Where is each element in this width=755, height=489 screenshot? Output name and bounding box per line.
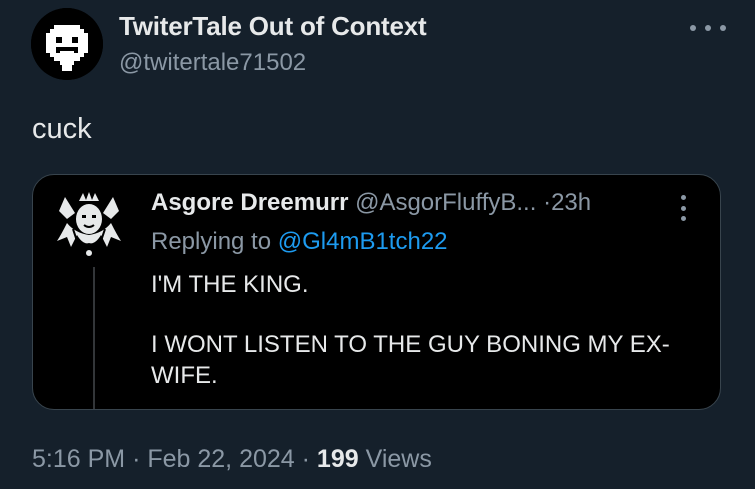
tweet-date[interactable]: Feb 22, 2024 [147,445,294,473]
tweet-meta: 5:16 PM · Feb 22, 2024 · 199 Views [32,445,432,474]
pixel-smiley-face-icon [31,8,103,80]
author-display-name[interactable]: TwiterTale Out of Context [119,11,427,42]
views-label: Views [365,445,432,473]
more-dot [705,25,711,31]
more-dot [680,205,686,211]
horned-king-crest-icon [57,192,121,256]
more-dot [690,25,696,31]
quote-text-line: I'M THE KING. [151,271,309,298]
separator-dot: · [543,189,552,216]
quote-author-handle[interactable]: @AsgorFluffyB... [355,189,536,216]
quote-avatar[interactable] [53,189,125,259]
views-count[interactable]: 199 [317,445,359,473]
more-dot [680,195,686,200]
author-avatar[interactable] [31,8,103,80]
quote-body: I'M THE KING. I WONT LISTEN TO THE GUY B… [151,269,681,391]
quoted-tweet-card[interactable]: Asgore Dreemurr @AsgorFluffyB... ·23h Re… [32,174,721,410]
author-handle[interactable]: @twitertale71502 [119,49,306,77]
thread-line [93,267,95,409]
quote-more-options-icon[interactable] [679,195,687,221]
replying-prefix: Replying to [151,228,272,255]
more-options-icon[interactable] [690,16,726,40]
separator-dot: · [301,445,310,473]
separator-dot: · [132,445,141,473]
quote-header: Asgore Dreemurr @AsgorFluffyB... ·23h [151,189,591,217]
tweet-time[interactable]: 5:16 PM [32,445,125,473]
replying-to: Replying to @Gl4mB1tch22 [151,228,448,256]
quote-timestamp[interactable]: 23h [551,189,591,216]
more-dot [720,25,726,31]
quote-author-name[interactable]: Asgore Dreemurr [151,189,348,216]
quote-text-line: I WONT LISTEN TO THE GUY BONING MY EX-WI… [151,331,670,389]
more-dot [680,216,686,221]
tweet-text: cuck [32,113,92,145]
reply-mention-link[interactable]: @Gl4mB1tch22 [278,228,448,255]
